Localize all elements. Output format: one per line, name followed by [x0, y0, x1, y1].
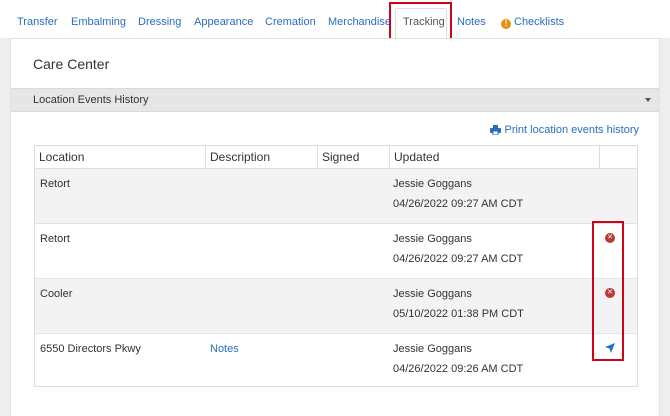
tab-tracking-label: Tracking: [403, 16, 445, 28]
chevron-down-icon[interactable]: [645, 98, 651, 102]
tab-dressing[interactable]: Dressing: [138, 16, 181, 28]
panel-title: Care Center: [33, 56, 110, 72]
remove-icon[interactable]: ✕: [605, 288, 615, 298]
tab-cremation[interactable]: Cremation: [265, 16, 316, 28]
table-row: Retort Jessie Goggans 04/26/2022 09:27 A…: [35, 224, 637, 279]
updated-by-cell: Jessie Goggans: [393, 288, 472, 300]
updated-by-cell: Jessie Goggans: [393, 233, 472, 245]
updated-by-cell: Jessie Goggans: [393, 178, 472, 190]
tab-tracking[interactable]: Tracking: [395, 8, 447, 39]
tab-merchandise[interactable]: Merchandise: [328, 16, 391, 28]
column-header-location: Location: [39, 150, 85, 164]
table-header: Location Description Signed Updated: [35, 146, 637, 169]
print-history-link[interactable]: Print location events history: [490, 124, 639, 136]
tab-checklists-label: Checklists: [514, 16, 565, 28]
notes-link[interactable]: Notes: [210, 343, 239, 355]
printer-icon: [490, 125, 502, 136]
table-row: Cooler Jessie Goggans 05/10/2022 01:38 P…: [35, 279, 637, 334]
tab-checklists[interactable]: ! Checklists: [501, 16, 564, 29]
column-header-actions: [599, 146, 637, 168]
location-cell: Retort: [40, 178, 70, 190]
tab-transfer[interactable]: Transfer: [17, 16, 58, 28]
location-cell: 6550 Directors Pkwy: [40, 343, 141, 355]
updated-at-cell: 04/26/2022 09:27 AM CDT: [393, 198, 524, 210]
updated-by-cell: Jessie Goggans: [393, 343, 472, 355]
location-events-section-header[interactable]: Location Events History: [11, 88, 659, 112]
location-events-table: Location Description Signed Updated Reto…: [34, 145, 638, 387]
updated-at-cell: 04/26/2022 09:27 AM CDT: [393, 253, 524, 265]
section-label: Location Events History: [33, 94, 149, 106]
tab-notes[interactable]: Notes: [457, 16, 486, 28]
table-row: Retort Jessie Goggans 04/26/2022 09:27 A…: [35, 169, 637, 224]
table-row: 6550 Directors Pkwy Notes Jessie Goggans…: [35, 334, 637, 389]
updated-at-cell: 05/10/2022 01:38 PM CDT: [393, 308, 524, 320]
tab-embalming[interactable]: Embalming: [71, 16, 126, 28]
location-cell: Cooler: [40, 288, 73, 300]
column-header-updated: Updated: [389, 146, 599, 168]
care-center-panel: Care Center Location Events History Prin…: [10, 38, 660, 416]
warning-icon: !: [501, 19, 511, 29]
column-header-signed: Signed: [317, 146, 389, 168]
tab-appearance[interactable]: Appearance: [194, 16, 253, 28]
updated-at-cell: 04/26/2022 09:26 AM CDT: [393, 363, 524, 375]
column-header-description: Description: [205, 146, 317, 168]
location-arrow-icon[interactable]: [605, 343, 615, 353]
print-history-label: Print location events history: [504, 124, 639, 136]
location-cell: Retort: [40, 233, 70, 245]
remove-icon[interactable]: ✕: [605, 233, 615, 243]
tab-bar: Transfer Embalming Dressing Appearance C…: [0, 0, 670, 39]
